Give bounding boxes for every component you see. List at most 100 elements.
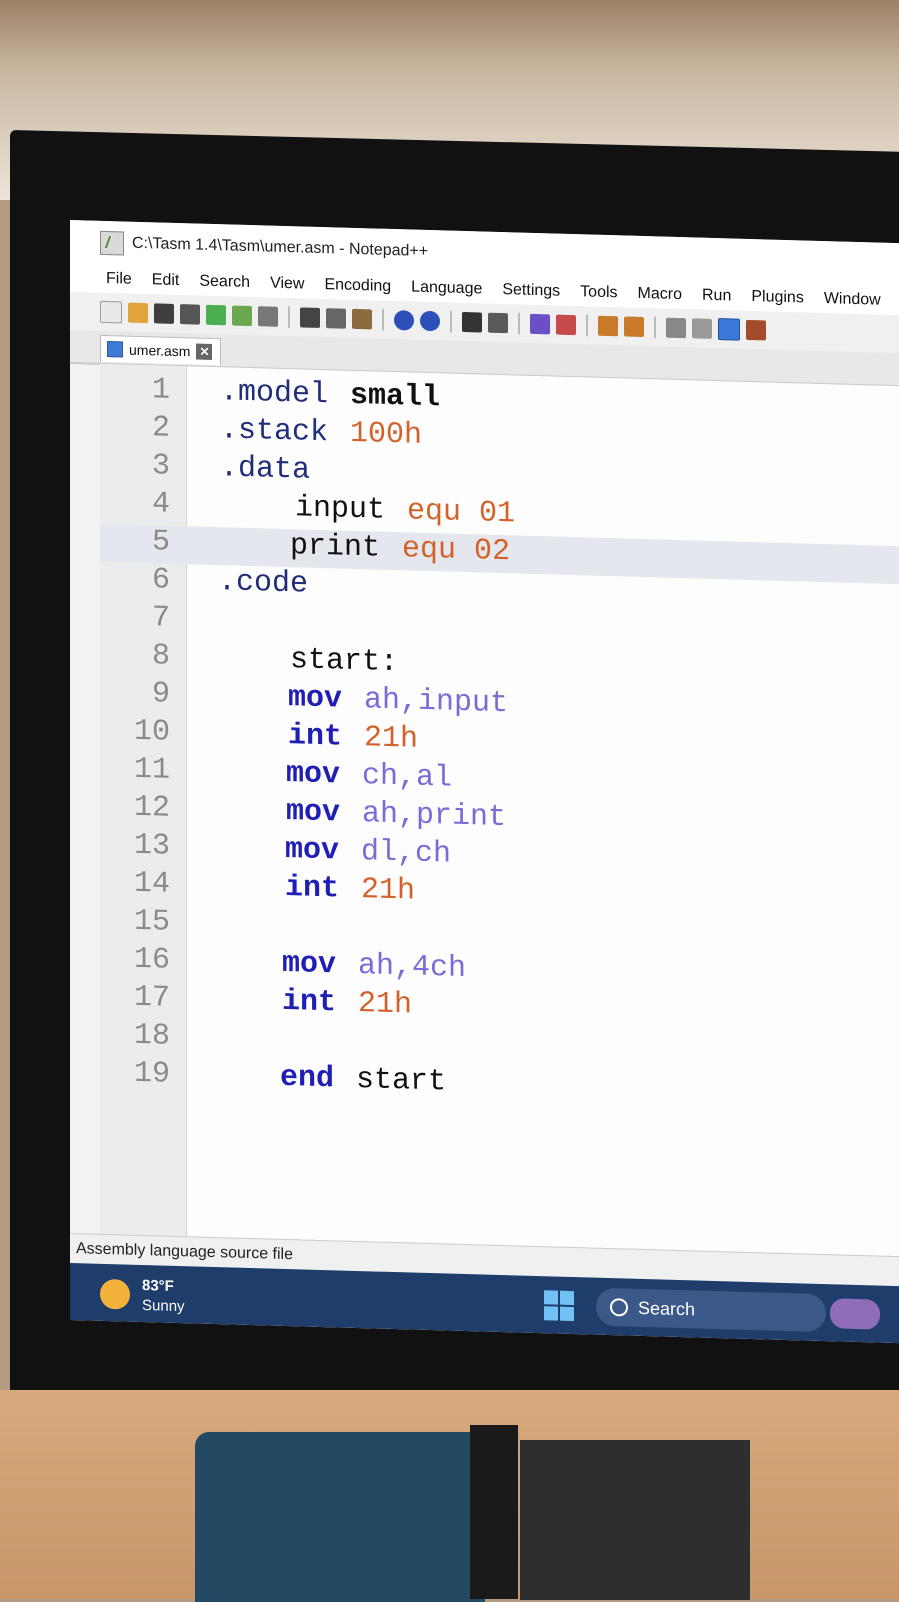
bag-strap bbox=[470, 1425, 518, 1599]
line-number: 9 bbox=[151, 677, 170, 712]
bag bbox=[195, 1432, 485, 1602]
code-argument: ah,input bbox=[364, 683, 509, 722]
code-argument: dl,ch bbox=[361, 835, 452, 872]
save-icon[interactable] bbox=[154, 303, 174, 324]
monitor-stand bbox=[520, 1440, 750, 1600]
toolbar-separator bbox=[450, 310, 452, 333]
line-number: 17 bbox=[133, 980, 170, 1016]
code-token: int bbox=[285, 871, 340, 907]
line-number: 4 bbox=[151, 487, 170, 522]
menu-settings[interactable]: Settings bbox=[492, 281, 570, 301]
menu-plugins[interactable]: Plugins bbox=[741, 288, 813, 308]
menu-run[interactable]: Run bbox=[692, 286, 741, 305]
line-number: 3 bbox=[151, 449, 170, 484]
code-argument: ah,4ch bbox=[358, 949, 467, 987]
save-all-icon[interactable] bbox=[180, 304, 200, 325]
code-editor[interactable]: 1 .model small 2 .stack 100h 3 .data 4 input equ 0… bbox=[100, 363, 899, 1257]
line-number: 14 bbox=[133, 866, 170, 902]
weather-condition[interactable]: Sunny bbox=[142, 1297, 185, 1315]
sync-vertical-icon[interactable] bbox=[598, 315, 618, 337]
menu-language[interactable]: Language bbox=[401, 278, 492, 299]
code-token: mov bbox=[288, 681, 343, 717]
code-argument: 100h bbox=[350, 416, 423, 453]
close-tab-icon[interactable]: ✕ bbox=[196, 343, 213, 360]
code-argument: ch,al bbox=[362, 759, 453, 796]
line-number: 18 bbox=[133, 1018, 170, 1054]
code-token: .model bbox=[220, 375, 329, 413]
search-label: Search bbox=[638, 1297, 696, 1320]
code-token: mov bbox=[286, 757, 341, 793]
line-number: 12 bbox=[133, 790, 170, 826]
zoom-out-icon[interactable] bbox=[556, 314, 576, 336]
code-token: int bbox=[288, 719, 343, 755]
new-file-icon[interactable] bbox=[100, 300, 122, 324]
cut-icon[interactable] bbox=[300, 307, 320, 328]
notepad-plus-plus-icon bbox=[100, 230, 124, 256]
code-token: print bbox=[290, 529, 381, 566]
tab-label: umer.asm bbox=[129, 341, 191, 360]
windows-start-icon[interactable] bbox=[544, 1290, 574, 1322]
code-argument: equ 02 bbox=[402, 532, 511, 570]
menu-view[interactable]: View bbox=[260, 274, 314, 294]
line-number: 15 bbox=[133, 904, 170, 940]
toolbar-separator bbox=[654, 316, 656, 339]
widgets-icon[interactable] bbox=[830, 1298, 880, 1330]
menu-encoding[interactable]: Encoding bbox=[314, 276, 401, 296]
menu-search[interactable]: Search bbox=[189, 272, 260, 292]
code-argument: start bbox=[356, 1062, 447, 1100]
monitor-screen: C:\Tasm 1.4\Tasm\umer.asm - Notepad++ Fi… bbox=[70, 220, 899, 1344]
window-title: C:\Tasm 1.4\Tasm\umer.asm - Notepad++ bbox=[132, 234, 429, 261]
line-number: 19 bbox=[133, 1056, 170, 1092]
paste-icon[interactable] bbox=[352, 308, 372, 330]
code-token: end bbox=[280, 1060, 335, 1097]
code-token: mov bbox=[286, 795, 341, 831]
menu-macro[interactable]: Macro bbox=[628, 285, 692, 305]
indent-guide-icon[interactable] bbox=[718, 318, 740, 341]
find-icon[interactable] bbox=[462, 311, 482, 333]
line-number: 11 bbox=[133, 752, 170, 788]
sun-icon[interactable] bbox=[100, 1278, 130, 1310]
tab-umer-asm[interactable]: umer.asm ✕ bbox=[100, 334, 222, 366]
line-number: 10 bbox=[133, 714, 170, 750]
line-number: 13 bbox=[133, 828, 170, 864]
weather-temperature[interactable]: 83°F bbox=[142, 1277, 174, 1295]
document-map-icon[interactable] bbox=[746, 319, 766, 341]
code-token: mov bbox=[282, 946, 337, 983]
search-icon bbox=[610, 1298, 628, 1317]
sync-horizontal-icon[interactable] bbox=[624, 316, 644, 338]
line-number: 16 bbox=[133, 942, 170, 978]
code-argument: 21h bbox=[358, 987, 413, 1023]
code-token: start: bbox=[290, 643, 399, 681]
line-number: 8 bbox=[151, 639, 170, 674]
menu-tools[interactable]: Tools bbox=[570, 283, 627, 303]
menu-file[interactable]: File bbox=[70, 269, 142, 289]
toolbar-separator bbox=[382, 308, 384, 331]
code-argument: equ 01 bbox=[407, 494, 516, 532]
toolbar-separator bbox=[586, 314, 588, 337]
code-argument: small bbox=[350, 378, 441, 416]
code-token: mov bbox=[285, 833, 340, 869]
undo-icon[interactable] bbox=[394, 310, 414, 331]
replace-icon[interactable] bbox=[488, 312, 508, 334]
zoom-in-icon[interactable] bbox=[530, 313, 550, 335]
file-type-label: Assembly language source file bbox=[76, 1240, 294, 1264]
line-number: 2 bbox=[151, 411, 170, 446]
toolbar-separator bbox=[518, 312, 520, 335]
close-icon[interactable] bbox=[206, 304, 226, 326]
show-all-characters-icon[interactable] bbox=[692, 318, 712, 339]
menu-edit[interactable]: Edit bbox=[142, 271, 190, 290]
code-token: .stack bbox=[220, 413, 329, 451]
menu-window[interactable]: Window bbox=[814, 290, 891, 310]
code-token: int bbox=[282, 984, 337, 1021]
code-token: .code bbox=[218, 565, 309, 602]
taskbar-search[interactable]: Search bbox=[596, 1287, 826, 1333]
word-wrap-icon[interactable] bbox=[666, 317, 686, 339]
saved-file-icon bbox=[107, 341, 123, 358]
print-icon[interactable] bbox=[258, 306, 278, 327]
line-number: 6 bbox=[151, 563, 170, 598]
line-number: 5 bbox=[151, 525, 170, 560]
copy-icon[interactable] bbox=[326, 308, 346, 329]
open-file-icon[interactable] bbox=[128, 302, 148, 324]
redo-icon[interactable] bbox=[420, 310, 440, 332]
close-all-icon[interactable] bbox=[232, 305, 252, 327]
